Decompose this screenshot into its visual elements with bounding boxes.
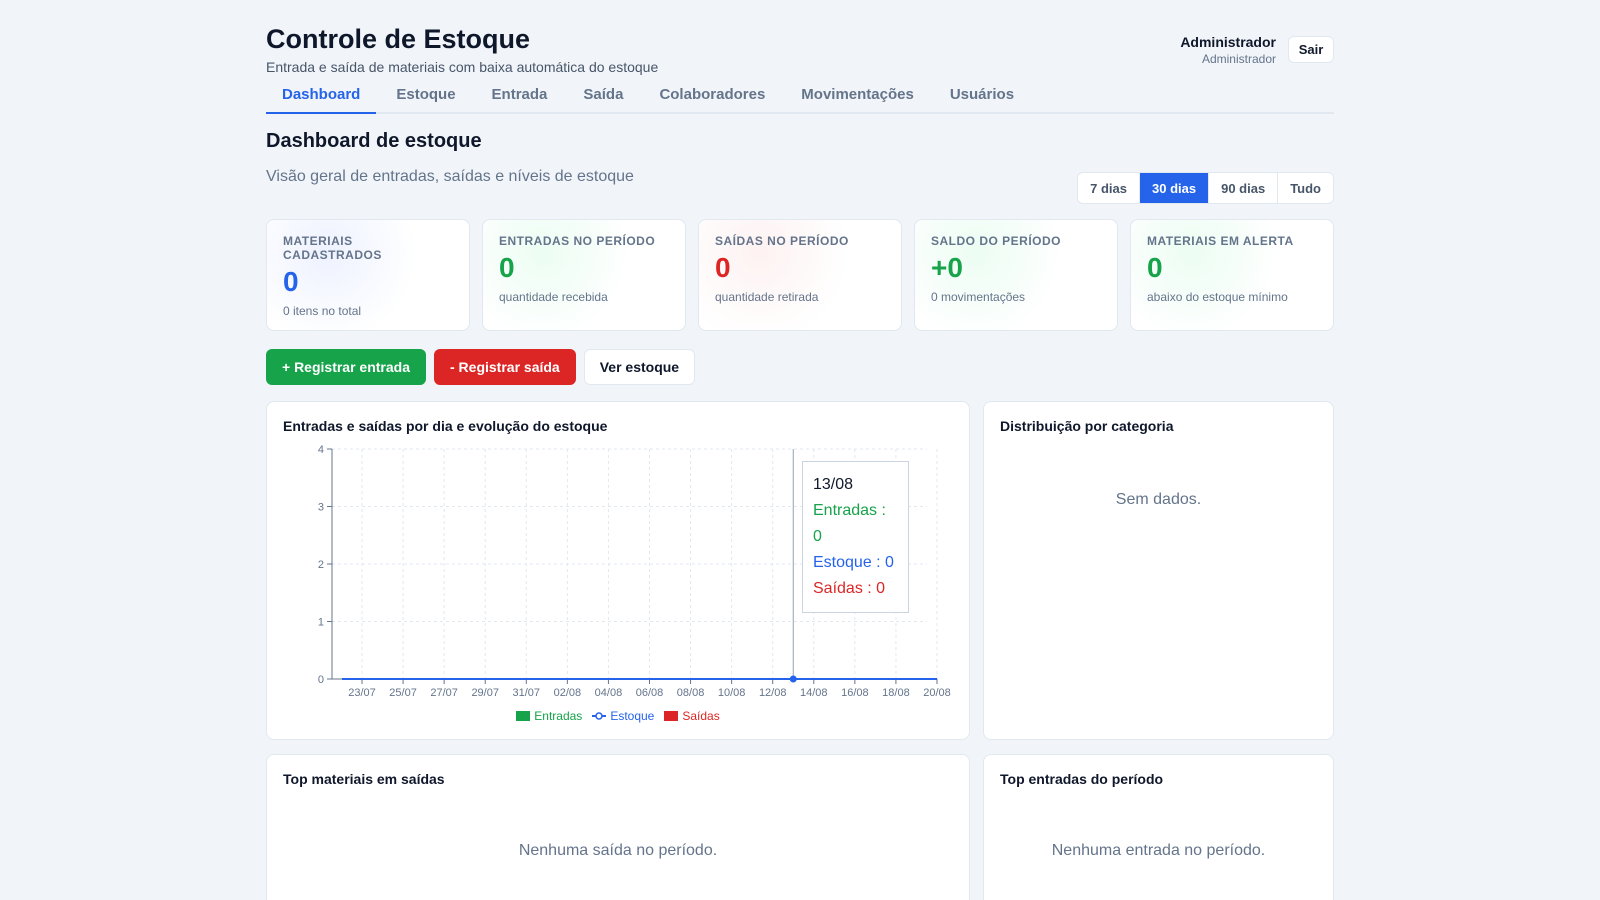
top-entries-empty-message: Nenhuma entrada no período. (1051, 842, 1266, 859)
view-stock-button[interactable]: Ver estoque (583, 349, 696, 385)
tab-movimentacoes[interactable]: Movimentações (785, 80, 930, 114)
top-entries-card: Top entradas do período Nenhuma entrada … (983, 754, 1334, 900)
range-30-days-button[interactable]: 30 dias (1140, 173, 1210, 203)
register-exit-button[interactable]: - Registrar saída (434, 349, 576, 385)
legend-item-entradas[interactable]: Entradas (516, 709, 582, 723)
stat-card-alerts: Materiais em alerta 0 abaixo do estoque … (1130, 219, 1334, 331)
stat-card-exits: Saídas no período 0 quantidade retirada (698, 219, 902, 331)
x-tick-label: 16/08 (841, 687, 869, 699)
x-tick-label: 04/08 (595, 687, 623, 699)
tab-saida[interactable]: Saída (567, 80, 639, 114)
top-exits-title: Top materiais em saídas (283, 771, 445, 787)
page-title: Dashboard de estoque (266, 130, 482, 152)
x-tick-label: 06/08 (636, 687, 664, 699)
tooltip-entradas: Entradas : 0 (813, 502, 886, 545)
tab-usuarios[interactable]: Usuários (934, 80, 1030, 114)
tab-estoque[interactable]: Estoque (380, 80, 471, 114)
y-tick-label: 2 (318, 559, 324, 571)
tab-colaboradores[interactable]: Colaboradores (643, 80, 781, 114)
chart-tooltip: 13/08 Entradas : 0 Estoque : 0 Saídas : … (802, 461, 909, 613)
x-tick-label: 08/08 (677, 687, 705, 699)
stat-value: 0 (283, 266, 299, 297)
y-tick-label: 0 (318, 674, 324, 686)
x-tick-label: 25/07 (389, 687, 417, 699)
category-card: Distribuição por categoria Sem dados. (983, 401, 1334, 740)
tooltip-estoque: Estoque : 0 (813, 554, 894, 571)
stat-card-balance: Saldo do período +0 0 movimentações (914, 219, 1118, 331)
legend-label: Entradas (534, 709, 583, 723)
stats-row: Materiais cadastrados 0 0 itens no total… (266, 219, 1334, 331)
stat-label: Entradas no período (499, 234, 656, 248)
x-tick-label: 12/08 (759, 687, 787, 699)
y-tick-label: 1 (318, 617, 324, 629)
x-tick-label: 29/07 (471, 687, 499, 699)
stat-hint: 0 itens no total (283, 304, 362, 318)
stat-card-materials: Materiais cadastrados 0 0 itens no total (266, 219, 470, 331)
x-tick-label: 10/08 (718, 687, 746, 699)
nav-tabs: Dashboard Estoque Entrada Saída Colabora… (266, 80, 1334, 114)
y-tick-label: 3 (318, 502, 324, 514)
stat-hint: abaixo do estoque mínimo (1147, 290, 1288, 304)
stat-value: 0 (715, 252, 731, 283)
x-tick-label: 02/08 (554, 687, 582, 699)
stat-label: Saldo do período (931, 234, 1062, 248)
tooltip-saidas: Saídas : 0 (813, 580, 886, 597)
tab-dashboard[interactable]: Dashboard (266, 80, 377, 114)
app-subtitle: Entrada e saída de materiais com baixa a… (266, 59, 659, 75)
x-tick-label: 23/07 (348, 687, 376, 699)
stat-value: +0 (931, 252, 963, 283)
x-tick-label: 31/07 (513, 687, 541, 699)
active-point (789, 675, 797, 683)
stat-value: 0 (1147, 252, 1163, 283)
tooltip-date: 13/08 (813, 476, 854, 493)
category-empty-message: Sem dados. (1115, 491, 1202, 508)
period-selector: 7 dias 30 dias 90 dias Tudo (1077, 172, 1334, 204)
logout-button[interactable]: Sair (1288, 36, 1334, 63)
stat-card-entries: Entradas no período 0 quantidade recebid… (482, 219, 686, 331)
legend-label: Saídas (682, 709, 720, 723)
legend-item-saidas[interactable]: Saídas (664, 709, 720, 723)
top-entries-title: Top entradas do período (1000, 771, 1164, 787)
stat-hint: 0 movimentações (931, 290, 1026, 304)
x-tick-label: 14/08 (800, 687, 828, 699)
top-exits-card: Top materiais em saídas Nenhuma saída no… (266, 754, 970, 900)
stat-hint: quantidade retirada (715, 290, 819, 304)
tab-entrada[interactable]: Entrada (476, 80, 564, 114)
y-tick-label: 4 (318, 444, 324, 456)
register-entry-button[interactable]: + Registrar entrada (266, 349, 426, 385)
x-tick-label: 20/08 (923, 687, 951, 699)
page-subtitle: Visão geral de entradas, saídas e níveis… (266, 168, 634, 185)
stat-label: Materiais cadastrados (283, 234, 382, 262)
x-tick-label: 18/08 (882, 687, 910, 699)
chart-legend: Entradas Estoque Saídas (267, 709, 969, 723)
stat-value: 0 (499, 252, 515, 283)
top-exits-empty-message: Nenhuma saída no período. (518, 842, 718, 859)
user-name: Administrador (1180, 34, 1276, 50)
chart-card: Entradas e saídas por dia e evolução do … (266, 401, 970, 740)
app-title: Controle de Estoque (266, 24, 531, 54)
legend-line-icon (592, 712, 607, 720)
stat-hint: quantidade recebida (499, 290, 608, 304)
category-title: Distribuição por categoria (1000, 418, 1174, 434)
legend-swatch (664, 711, 679, 721)
range-7-days-button[interactable]: 7 dias (1078, 173, 1140, 203)
x-tick-label: 27/07 (430, 687, 458, 699)
legend-swatch (516, 711, 531, 721)
legend-item-estoque[interactable]: Estoque (592, 709, 654, 723)
range-90-days-button[interactable]: 90 dias (1209, 173, 1279, 203)
user-info: Administrador Administrador (1180, 34, 1276, 66)
header: Controle de Estoque Entrada e saída de m… (266, 0, 1334, 80)
stat-label: Saídas no período (715, 234, 849, 248)
app-container: Controle de Estoque Entrada e saída de m… (266, 0, 1334, 900)
legend-label: Estoque (610, 709, 655, 723)
user-role: Administrador (1201, 52, 1276, 66)
action-buttons: + Registrar entrada - Registrar saída Ve… (266, 349, 696, 385)
range-all-button[interactable]: Tudo (1278, 173, 1333, 203)
stat-label: Materiais em alerta (1147, 234, 1294, 248)
